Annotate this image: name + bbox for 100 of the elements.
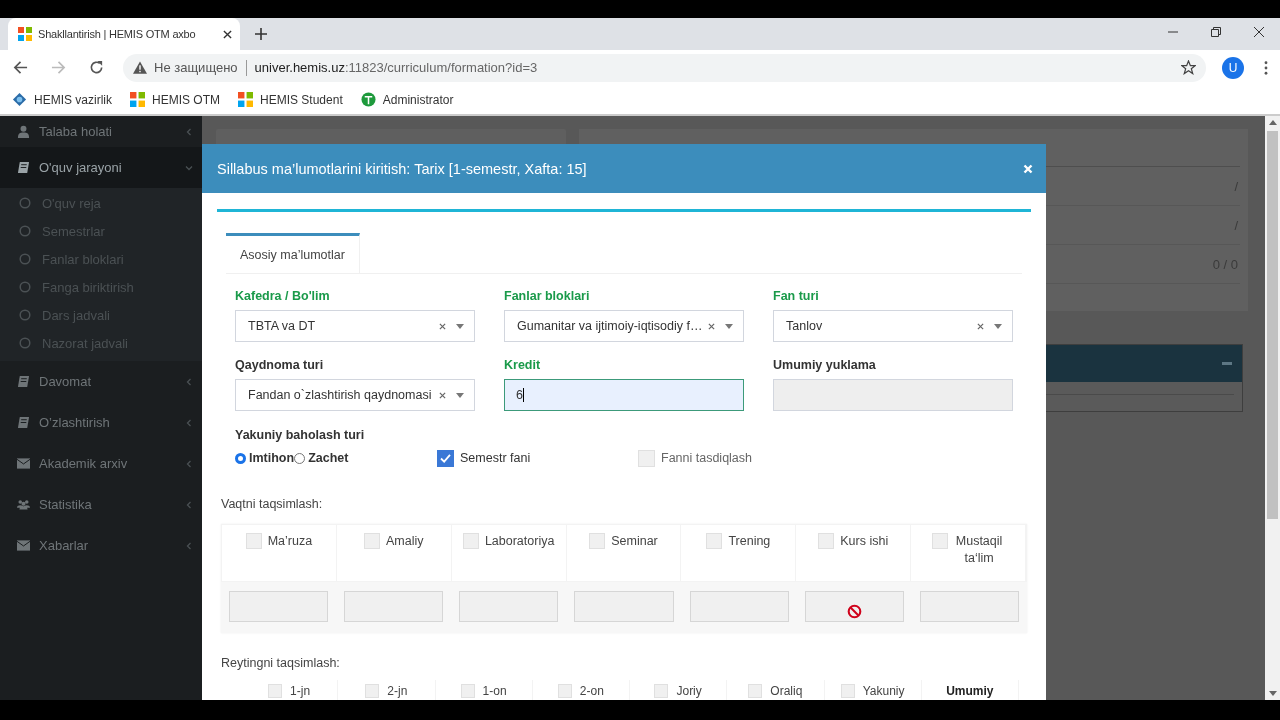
envelope-icon — [17, 539, 30, 552]
chevron-left-icon — [185, 127, 193, 136]
column-header: Mustaqil ta‘lim — [954, 533, 1004, 567]
users-icon — [17, 498, 30, 511]
column-header: Yakuniy — [862, 683, 905, 698]
sidebar-item[interactable]: O’zlashtirish — [0, 402, 202, 443]
circle-icon — [19, 253, 31, 265]
arrow-up-icon[interactable] — [1268, 120, 1277, 125]
bookmark[interactable]: HEMIS OTM — [130, 92, 220, 107]
column-header: Laboratoriya — [484, 533, 555, 550]
input-field[interactable] — [689, 591, 789, 622]
arrow-down-icon[interactable] — [1268, 691, 1277, 696]
profile-avatar[interactable]: U — [1222, 56, 1244, 79]
caret-icon — [456, 392, 464, 398]
circle-icon — [19, 225, 31, 237]
select-field[interactable]: Fandan o`zlashtirish qaydnomasi — [235, 379, 475, 411]
input-field[interactable] — [344, 591, 444, 622]
chevron-left-icon — [185, 377, 193, 386]
sidebar-item[interactable]: Davomat — [0, 361, 202, 402]
envelope-icon — [17, 457, 30, 470]
column-header: Oraliq — [770, 683, 803, 698]
column-header: Amaliy — [386, 533, 424, 550]
browser-tab[interactable]: Shakllantirish | HEMIS OTM axbo — [8, 18, 240, 50]
input-field[interactable] — [229, 591, 329, 622]
close-icon[interactable] — [1254, 27, 1264, 37]
menu-icon[interactable] — [1264, 60, 1268, 75]
plus-icon[interactable] — [255, 28, 267, 40]
circle-icon — [19, 337, 31, 349]
four-squares-icon — [18, 27, 32, 41]
table-cell: / — [1234, 217, 1238, 233]
back-icon[interactable] — [13, 60, 28, 75]
field-label: Fan turi — [773, 288, 819, 304]
column-header: 1-on — [482, 683, 507, 698]
column-header: Umumiy — [946, 683, 994, 698]
column-header: Seminar — [611, 533, 658, 550]
forward-icon[interactable] — [51, 60, 66, 75]
chevron-left-icon — [185, 541, 193, 550]
chevron-left-icon — [185, 500, 193, 509]
checkbox[interactable] — [437, 449, 454, 467]
column-header: Kurs ishi — [840, 533, 889, 550]
field-label: Fanlar bloklari — [504, 288, 590, 304]
circle-icon — [19, 197, 31, 209]
checkmark-icon — [440, 453, 451, 463]
sidebar-item[interactable]: Akademik arxiv — [0, 443, 202, 484]
select-field[interactable]: Gumanitar va ijtimoiy-iqtisodiy f… — [504, 310, 744, 342]
field-label: Umumiy yuklama — [773, 357, 876, 373]
restore-icon[interactable] — [1211, 27, 1221, 37]
input-field[interactable] — [804, 591, 904, 622]
tab[interactable]: Asosiy ma’lumotlar — [226, 233, 360, 273]
book-icon — [17, 416, 30, 429]
caret-icon — [994, 323, 1002, 329]
section-label: Reytingni taqsimlash: — [221, 655, 341, 671]
column-header: 2-on — [579, 683, 604, 698]
four-squares-icon — [130, 92, 145, 107]
scrollbar[interactable] — [1265, 116, 1280, 700]
field-label: Kafedra / Bo'lim — [235, 288, 330, 304]
select-field[interactable]: Tanlov — [773, 310, 1013, 342]
warning-icon — [133, 61, 147, 74]
close-icon[interactable] — [223, 29, 232, 39]
field-label: Kredit — [504, 357, 541, 373]
radio-option[interactable]: Zachet — [294, 451, 349, 465]
star-icon[interactable] — [1181, 60, 1196, 75]
chevron-left-icon — [185, 459, 193, 468]
radio-button[interactable] — [235, 452, 246, 464]
sidebar-item[interactable]: Talaba holati — [0, 116, 202, 147]
caret-icon — [456, 323, 464, 329]
radio-button[interactable] — [294, 452, 306, 464]
clear-icon[interactable] — [439, 391, 446, 399]
book-icon — [17, 375, 30, 388]
no-entry-icon — [846, 604, 862, 619]
bookmark[interactable]: HEMIS vazirlik — [12, 92, 112, 107]
circle-icon — [19, 281, 31, 293]
chevron-left-icon — [185, 418, 193, 427]
column-header: Joriy — [676, 683, 702, 698]
clear-icon[interactable] — [708, 322, 715, 330]
caret-icon — [725, 323, 733, 329]
field-label: Yakuniy baholash turi — [235, 427, 366, 443]
clear-icon[interactable] — [439, 322, 446, 330]
radio-option[interactable]: Imtihon — [235, 451, 295, 465]
clear-icon[interactable] — [977, 322, 984, 330]
address-bar[interactable]: Не защищено univer.hemis.uz:11823/curriculum/formation?id=3 — [123, 53, 1206, 82]
four-squares-icon — [238, 92, 253, 107]
sidebar-item[interactable]: Statistika — [0, 484, 202, 525]
section-label: Vaqtni taqsimlash: — [221, 496, 324, 512]
select-field[interactable]: TBTA va DT — [235, 310, 475, 342]
column-header: Ma’ruza — [267, 533, 313, 550]
input-field[interactable] — [574, 591, 674, 622]
sidebar-item[interactable]: Xabarlar — [0, 525, 202, 566]
bookmark[interactable]: HEMIS Student — [238, 92, 343, 107]
modal-title: Sillabus ma’lumotlarini kiritish: Tarix [1-semestr, Xafta: 15] — [217, 160, 587, 177]
input-field[interactable]: 6 — [504, 379, 744, 411]
round-logo-icon — [360, 92, 376, 107]
sidebar-item[interactable]: O'quv jarayoni — [0, 147, 202, 188]
circle-icon — [19, 309, 31, 321]
reload-icon[interactable] — [89, 60, 104, 75]
bookmark[interactable]: Administrator — [360, 92, 454, 107]
input-field[interactable] — [459, 591, 559, 622]
input-field[interactable] — [919, 591, 1019, 622]
table-cell: / — [1234, 178, 1238, 194]
column-header: 1-jn — [290, 683, 311, 698]
